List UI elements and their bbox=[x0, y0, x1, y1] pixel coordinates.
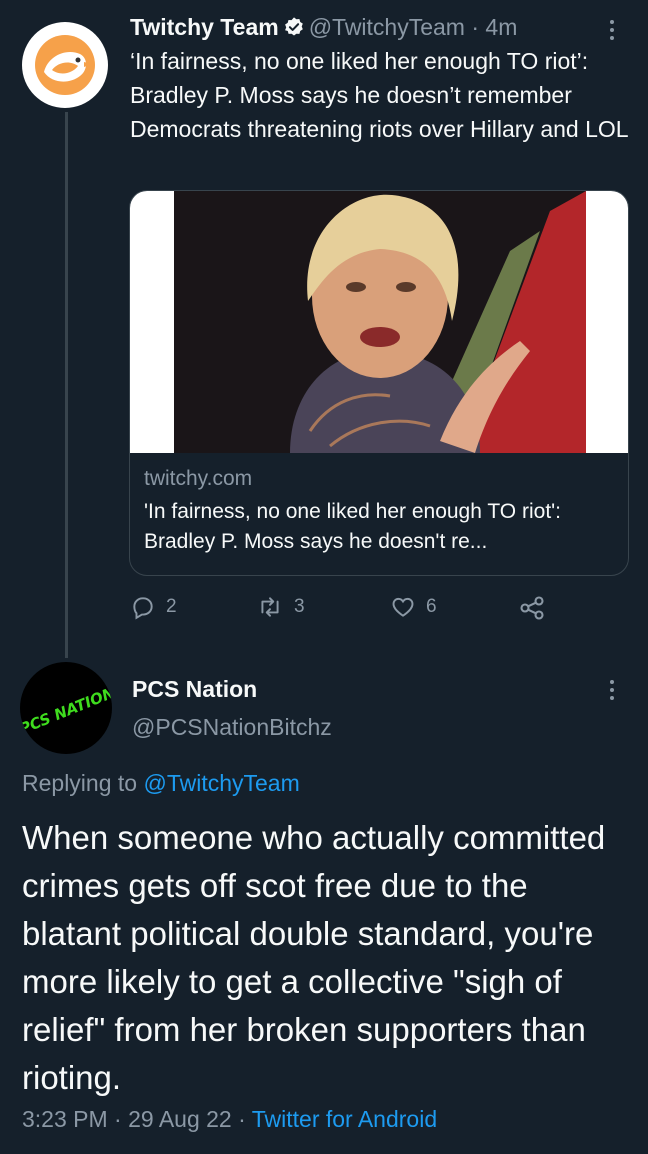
replying-to-handle[interactable]: @TwitchyTeam bbox=[143, 770, 299, 796]
tweet-text: When someone who actually committed crim… bbox=[22, 819, 606, 1096]
author-name[interactable]: Twitchy Team bbox=[130, 14, 279, 40]
avatar[interactable] bbox=[22, 22, 108, 108]
author-handle[interactable]: @TwitchyTeam bbox=[309, 14, 465, 40]
card-image bbox=[130, 191, 628, 453]
retweet-icon bbox=[261, 597, 279, 617]
separator-dot: · bbox=[231, 1106, 252, 1132]
pcs-nation-logo: PCS NATION bbox=[20, 683, 112, 738]
card-domain: twitchy.com bbox=[144, 467, 253, 490]
card-title: 'In fairness, no one liked her enough TO… bbox=[144, 500, 561, 553]
link-card[interactable]: twitchy.com 'In fairness, no one liked h… bbox=[129, 190, 629, 576]
author-handle[interactable]: @PCSNationBitchz bbox=[132, 714, 332, 741]
avatar[interactable]: PCS NATION bbox=[20, 662, 112, 754]
avatar-logo-text: PCS NATION bbox=[20, 683, 112, 738]
tweet-time[interactable]: 4m bbox=[485, 14, 517, 40]
tweet-actions: 2 3 6 bbox=[130, 594, 570, 624]
share-button[interactable] bbox=[518, 594, 546, 622]
reply-icon bbox=[133, 597, 153, 620]
replying-to: Replying to @TwitchyTeam bbox=[22, 770, 300, 797]
verified-badge-icon bbox=[283, 15, 305, 45]
tweet-header: Twitchy Team @TwitchyTeam · 4m bbox=[130, 12, 517, 45]
author-name[interactable]: PCS Nation bbox=[132, 676, 257, 703]
retweet-count: 3 bbox=[294, 596, 305, 617]
reply-count: 2 bbox=[166, 596, 177, 617]
replying-prefix: Replying to bbox=[22, 770, 144, 796]
tweet-meta: 3:23 PM · 29 Aug 22 · Twitter for Androi… bbox=[22, 1106, 437, 1133]
heart-icon bbox=[392, 597, 414, 617]
share-icon bbox=[520, 596, 544, 620]
tweet-text: ‘In fairness, no one liked her enough TO… bbox=[130, 48, 629, 142]
tweet-time[interactable]: 3:23 PM bbox=[22, 1106, 108, 1132]
tweet-source[interactable]: Twitter for Android bbox=[252, 1106, 437, 1132]
separator-dot: · bbox=[107, 1106, 129, 1132]
like-count: 6 bbox=[426, 596, 437, 617]
separator-dot: · bbox=[464, 14, 486, 40]
more-options-icon[interactable] bbox=[610, 20, 616, 40]
retweet-button[interactable]: 3 bbox=[256, 594, 305, 620]
thread-line bbox=[65, 112, 68, 658]
like-button[interactable]: 6 bbox=[390, 594, 437, 620]
tweet-date[interactable]: 29 Aug 22 bbox=[128, 1106, 232, 1132]
more-options-icon[interactable] bbox=[610, 680, 616, 700]
reply-button[interactable]: 2 bbox=[130, 594, 177, 620]
twitchy-bird-logo bbox=[35, 35, 95, 95]
